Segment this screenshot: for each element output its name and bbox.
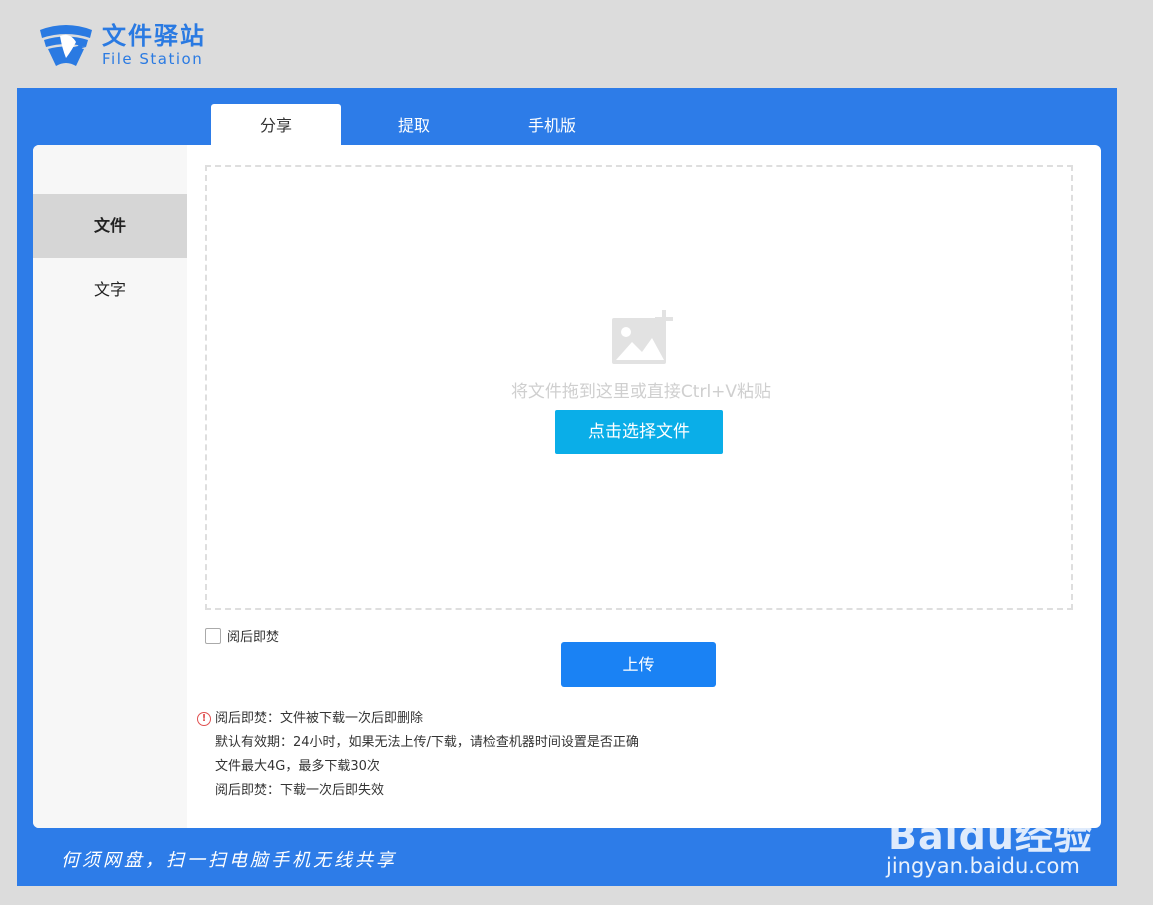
burn-after-read-label: 阅后即焚 bbox=[227, 630, 280, 645]
sidebar: 文件 文字 bbox=[33, 145, 187, 828]
burn-after-read-checkbox[interactable] bbox=[205, 627, 221, 644]
main-frame: 分享 提取 手机版 文件 文字 将文件拖到这里或直接Ctrl+V粘贴 点击选择文… bbox=[17, 88, 1117, 886]
tab-mobile[interactable]: 手机版 bbox=[487, 104, 617, 145]
warning-icon: ! bbox=[197, 712, 211, 726]
select-file-button[interactable]: 点击选择文件 bbox=[555, 410, 723, 454]
baidu-watermark: Baidu经验 jingyan.baidu.com bbox=[868, 780, 1098, 884]
note-item: 阅后即焚：下载一次后即失效 bbox=[215, 783, 385, 798]
sidebar-item-text[interactable]: 文字 bbox=[33, 258, 187, 322]
note-item: 文件最大4G，最多下载30次 bbox=[215, 759, 380, 774]
top-tabs: 分享 提取 手机版 bbox=[211, 104, 625, 145]
note-item: ! 阅后即焚：文件被下载一次后即删除 bbox=[197, 707, 639, 731]
footer-slogan: 何须网盘，扫一扫电脑手机无线共享 bbox=[61, 850, 397, 871]
logo-subtitle: File Station bbox=[102, 50, 204, 68]
upload-button[interactable]: 上传 bbox=[561, 642, 716, 687]
tab-extract[interactable]: 提取 bbox=[349, 104, 479, 145]
logo-title: 文件驿站 bbox=[102, 22, 206, 50]
tab-share[interactable]: 分享 bbox=[211, 104, 341, 145]
image-add-icon bbox=[612, 310, 673, 364]
share-panel: 文件 文字 将文件拖到这里或直接Ctrl+V粘贴 点击选择文件 阅后即焚 上传 bbox=[33, 145, 1101, 828]
content-area: 将文件拖到这里或直接Ctrl+V粘贴 点击选择文件 阅后即焚 上传 ! 阅后即焚… bbox=[187, 145, 1101, 828]
sidebar-item-file[interactable]: 文件 bbox=[33, 194, 187, 258]
file-station-logo-icon bbox=[40, 25, 92, 66]
dropzone-hint: 将文件拖到这里或直接Ctrl+V粘贴 bbox=[510, 382, 772, 402]
app-logo[interactable]: 文件驿站 File Station bbox=[36, 20, 206, 70]
watermark-brand: Baidu经验 bbox=[888, 814, 1093, 858]
notes-list: ! 阅后即焚：文件被下载一次后即删除 默认有效期：24小时，如果无法上传/下载，… bbox=[197, 707, 639, 803]
note-item: 默认有效期：24小时，如果无法上传/下载，请检查机器时间设置是否正确 bbox=[215, 735, 639, 750]
file-dropzone[interactable]: 将文件拖到这里或直接Ctrl+V粘贴 点击选择文件 bbox=[205, 165, 1073, 610]
watermark-url: jingyan.baidu.com bbox=[886, 854, 1080, 878]
burn-after-read-option[interactable]: 阅后即焚 bbox=[205, 626, 279, 645]
